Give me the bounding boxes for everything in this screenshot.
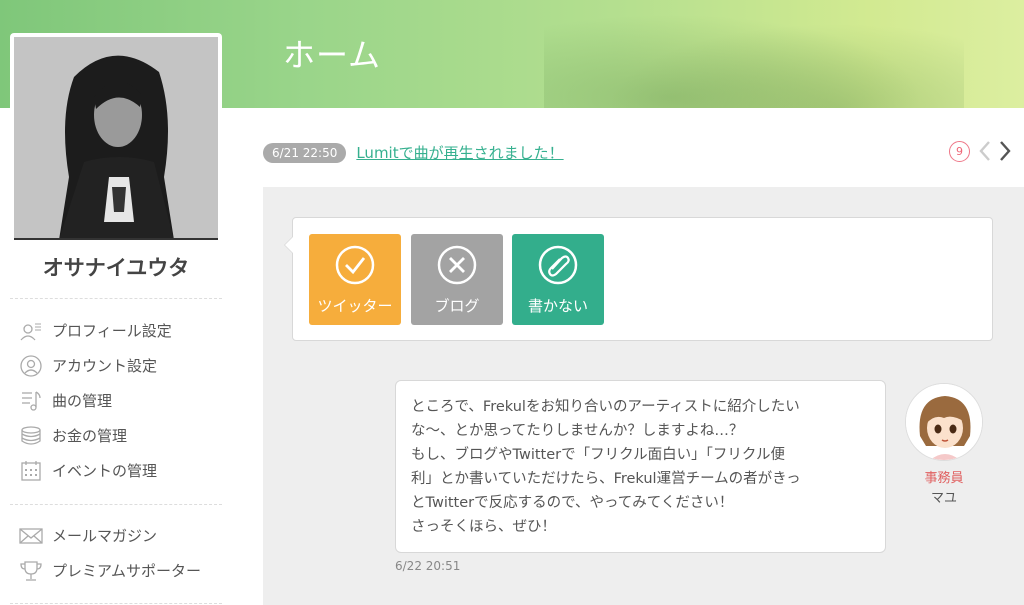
trophy-icon — [18, 560, 44, 582]
paperclip-icon — [538, 245, 578, 285]
notification: 6/21 22:50 Lumitで曲が再生されました！ — [263, 142, 564, 163]
sidebar-item-account-settings[interactable]: アカウント設定 — [18, 348, 172, 383]
profile-settings-icon — [18, 320, 44, 342]
sidebar-item-label: イベントの管理 — [52, 462, 158, 480]
blog-button[interactable]: ブログ — [411, 234, 503, 325]
sidebar-item-label: アカウント設定 — [52, 357, 158, 375]
choice-panel: ツイッター ブログ 書かない — [284, 217, 993, 341]
main-content: ツイッター ブログ 書かない ところで、Frekulをお知り合いのアーティストに… — [263, 187, 1024, 605]
choice-label: ツイッター — [317, 297, 393, 315]
notification-date: 6/21 22:50 — [263, 142, 347, 163]
twitter-button[interactable]: ツイッター — [309, 234, 401, 325]
staff-role: 事務員 — [924, 471, 964, 486]
sidebar-item-label: プレミアムサポーター — [52, 562, 201, 580]
check-icon — [335, 245, 375, 285]
sidebar-item-mail-magazine[interactable]: メールマガジン — [18, 518, 201, 553]
notification-link[interactable]: Lumitで曲が再生されました！ — [356, 142, 563, 163]
message-line: 利」とか書いていただけたら、Frekul運営チームの者がきっ — [411, 471, 801, 487]
sidebar-item-profile-settings[interactable]: プロフィール設定 — [18, 313, 172, 348]
sidebar-item-events[interactable]: イベントの管理 — [18, 453, 172, 488]
sidebar-item-label: メールマガジン — [52, 527, 158, 545]
profile-avatar-frame[interactable] — [10, 33, 222, 243]
sidebar-item-premium-supporter[interactable]: プレミアムサポーター — [18, 553, 201, 588]
message-line: ところで、Frekulをお知り合いのアーティストに紹介したい — [411, 399, 800, 415]
sidebar-divider — [10, 504, 222, 505]
sidebar-item-label: 曲の管理 — [52, 392, 113, 410]
staff-avatar — [905, 383, 983, 461]
chevron-right-icon[interactable] — [998, 140, 1012, 162]
message-bubble: ところで、Frekulをお知り合いのアーティストに紹介したい な〜、とか思ってた… — [395, 380, 886, 553]
sidebar-menu-secondary: メールマガジン プレミアムサポーター — [18, 518, 201, 588]
message-line: さっそくほら、ぜひ！ — [411, 519, 556, 535]
mail-icon — [18, 525, 44, 547]
message-timestamp: 6/22 20:51 — [395, 559, 461, 573]
message-line: とTwitterで反応するので、やってみてください！ — [411, 495, 734, 511]
page-title: ホーム — [283, 36, 382, 74]
sidebar-divider — [10, 603, 222, 604]
staff-name: マユ — [930, 491, 957, 506]
sidebar-item-label: プロフィール設定 — [52, 322, 172, 340]
sidebar-menu: プロフィール設定 アカウント設定 曲の管理 お金の管理 イベントの管理 — [18, 313, 172, 488]
user-name: オサナイユウタ — [42, 256, 190, 280]
dont-write-button[interactable]: 書かない — [512, 234, 604, 325]
sidebar-item-label: お金の管理 — [52, 427, 128, 445]
sidebar-divider — [10, 298, 222, 299]
coins-icon — [18, 425, 44, 447]
banner-decoration — [544, 0, 964, 108]
choice-label: ブログ — [434, 297, 480, 315]
avatar — [14, 37, 218, 240]
close-icon — [437, 245, 477, 285]
notification-pager: 9 — [949, 140, 1012, 162]
notification-count-badge: 9 — [949, 140, 970, 162]
message-line: もし、ブログやTwitterで「フリクル面白い」「フリクル便 — [411, 447, 785, 463]
chevron-left-icon[interactable] — [978, 140, 992, 162]
sidebar-item-money[interactable]: お金の管理 — [18, 418, 172, 453]
music-icon — [18, 390, 44, 412]
sidebar-item-music[interactable]: 曲の管理 — [18, 383, 172, 418]
account-icon — [18, 354, 44, 377]
calendar-icon — [18, 460, 44, 482]
message-line: な〜、とか思ってたりしませんか？しますよね…？ — [411, 423, 744, 439]
choice-label: 書かない — [527, 297, 588, 315]
